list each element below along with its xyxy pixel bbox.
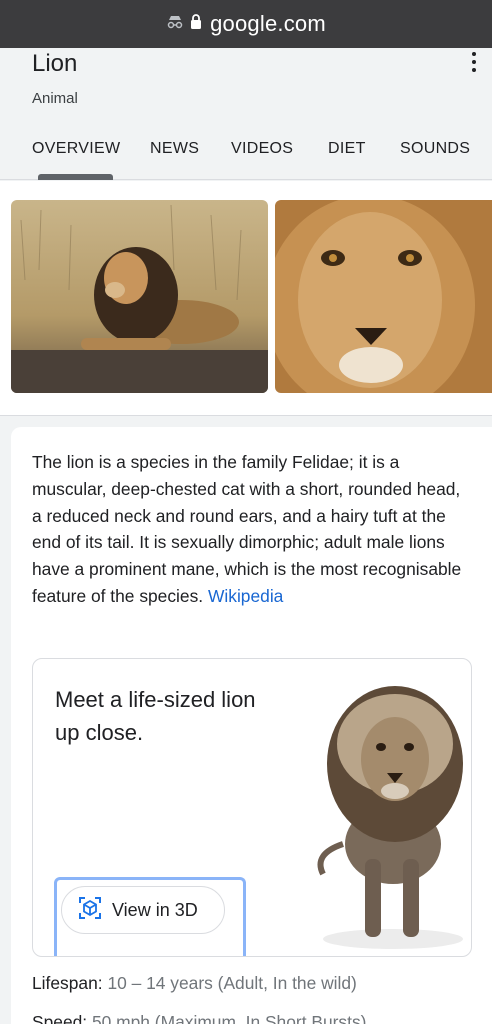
incognito-icon bbox=[166, 15, 184, 34]
fact-lifespan-label: Lifespan: bbox=[32, 973, 103, 993]
lion-photo-lying[interactable] bbox=[11, 200, 268, 393]
active-tab-indicator bbox=[38, 174, 113, 180]
fact-speed-label: Speed: bbox=[32, 1012, 88, 1024]
lion-photo-face[interactable] bbox=[275, 200, 492, 393]
tab-videos[interactable]: VIDEOS bbox=[231, 140, 293, 158]
knowledge-panel-header: Lion Animal OVERVIEW NEWS VIDEOS DIET SO… bbox=[0, 48, 492, 180]
description-text: The lion is a species in the family Feli… bbox=[32, 452, 462, 606]
image-carousel bbox=[0, 181, 492, 416]
description-paragraph: The lion is a species in the family Feli… bbox=[32, 449, 462, 610]
browser-url-bar[interactable]: google.com bbox=[0, 0, 492, 48]
tab-sounds[interactable]: SOUNDS bbox=[400, 140, 470, 158]
lock-icon bbox=[190, 14, 202, 34]
tab-diet[interactable]: DIET bbox=[328, 140, 366, 158]
ar-headline: Meet a life-sized lion up close. bbox=[55, 687, 256, 745]
wikipedia-link[interactable]: Wikipedia bbox=[208, 586, 283, 606]
tab-overview[interactable]: OVERVIEW bbox=[32, 140, 120, 158]
lion-3d-model bbox=[283, 669, 471, 954]
fact-lifespan: Lifespan: 10 – 14 years (Adult, In the w… bbox=[32, 973, 357, 994]
overview-card: The lion is a species in the family Feli… bbox=[11, 427, 492, 1024]
fact-speed-value[interactable]: 50 mph (Maximum, In Short Bursts) bbox=[92, 1012, 366, 1024]
url-text: google.com bbox=[210, 11, 326, 36]
entity-subtitle: Animal bbox=[32, 90, 78, 107]
tab-news[interactable]: NEWS bbox=[150, 140, 199, 158]
view-in-3d-label: View in 3D bbox=[112, 899, 198, 920]
cube-3d-icon bbox=[78, 896, 102, 925]
fact-speed: Speed: 50 mph (Maximum, In Short Bursts) bbox=[32, 1012, 366, 1024]
more-options-icon[interactable] bbox=[470, 52, 478, 72]
fact-lifespan-value[interactable]: 10 – 14 years (Adult, In the wild) bbox=[107, 973, 356, 993]
entity-title: Lion bbox=[32, 50, 78, 77]
view-in-3d-card[interactable]: Meet a life-sized lion up close. View in… bbox=[32, 658, 472, 957]
view-in-3d-button[interactable]: View in 3D bbox=[61, 886, 225, 934]
